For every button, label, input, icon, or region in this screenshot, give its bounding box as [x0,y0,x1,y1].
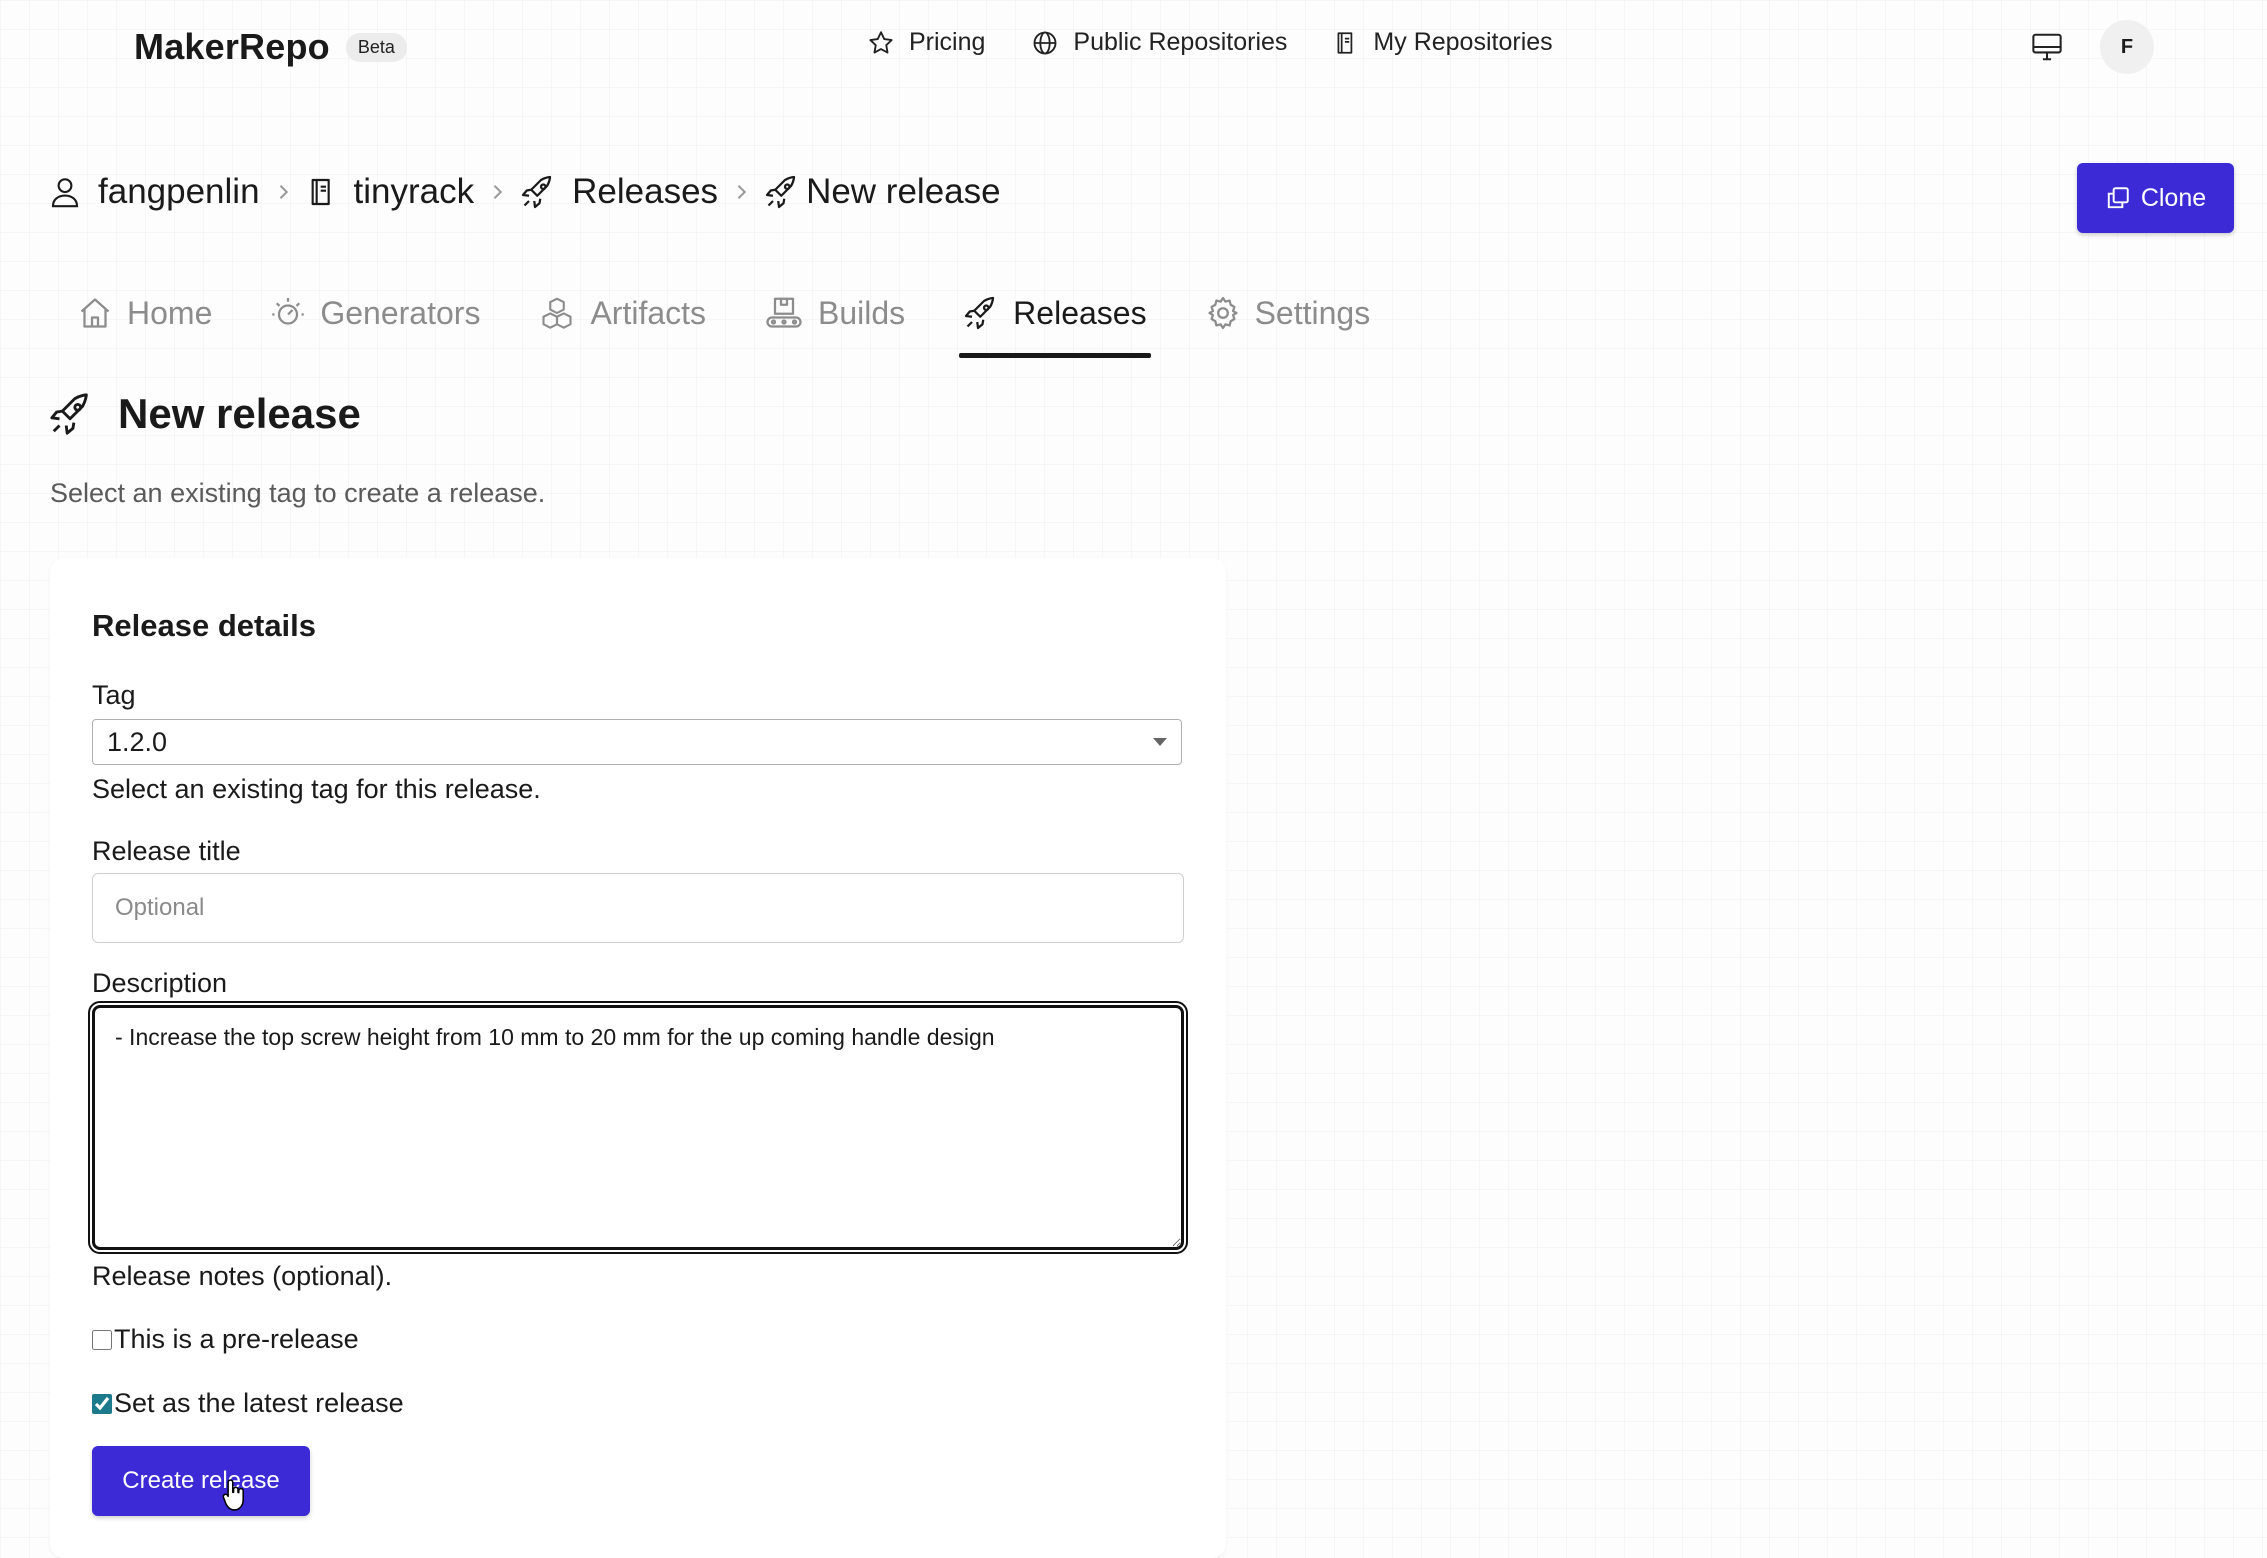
tag-select-value: 1.2.0 [107,726,168,757]
page-title: New release [118,390,361,437]
rocket-icon [520,174,556,210]
card-title: Release details [92,608,317,643]
clone-button[interactable]: Clone [2077,163,2234,233]
tab-releases-label: Releases [1013,294,1147,331]
tag-help: Select an existing tag for this release. [92,774,541,804]
tab-home[interactable]: Home [77,288,212,338]
breadcrumb-repo-label: tinyrack [353,172,475,211]
create-release-button[interactable]: Create release [92,1446,310,1516]
tag-label: Tag [92,680,136,710]
breadcrumb-user-label: fangpenlin [98,172,260,211]
tab-settings[interactable]: Settings [1205,288,1371,338]
brand[interactable]: MakerRepo Beta [134,26,407,68]
tab-generators[interactable]: Generators [270,288,480,338]
monitor-icon[interactable] [2030,32,2064,62]
tab-releases[interactable]: Releases [959,288,1151,358]
page-subtitle: Select an existing tag to create a relea… [50,478,546,508]
tab-artifacts-label: Artifacts [590,294,707,331]
nav-public-repositories-label: Public Repositories [1073,28,1288,56]
breadcrumb-repo[interactable]: tinyrack [306,172,475,212]
chevron-down-icon [1153,738,1167,746]
tab-builds-label: Builds [818,294,906,331]
avatar[interactable]: F [2100,20,2154,74]
tab-builds[interactable]: Builds [764,288,905,338]
breadcrumb: fangpenlin tinyrack Releases New release [48,172,1001,212]
nav-pricing-label: Pricing [909,28,986,56]
chevron-right-icon [490,182,504,202]
top-nav: Pricing Public Repositories My Repositor… [867,28,1553,57]
prerelease-option[interactable]: This is a pre-release [92,1324,359,1355]
breadcrumb-user[interactable]: fangpenlin [48,172,260,212]
latest-release-checkbox[interactable] [92,1393,112,1414]
copy-icon [2105,185,2131,211]
rocket-icon [764,174,800,210]
tab-artifacts[interactable]: Artifacts [538,288,706,338]
prerelease-label: This is a pre-release [114,1324,359,1354]
home-icon [77,295,113,331]
star-icon [867,29,895,57]
generator-icon [270,295,306,331]
breadcrumb-current-label: New release [806,172,1001,211]
nav-public-repositories[interactable]: Public Repositories [1031,28,1287,57]
chevron-right-icon [276,182,290,202]
tab-settings-label: Settings [1254,294,1371,331]
repo-tabs: Home Generators Artifacts Builds Release… [77,288,1371,358]
book-icon [306,174,338,210]
page-heading: New release [48,390,361,438]
user-icon [48,174,82,210]
nav-my-repositories-label: My Repositories [1373,28,1553,56]
description-label: Description [92,968,228,998]
release-form-card: Release details Tag 1.2.0 Select an exis… [50,558,1226,1558]
breadcrumb-current: New release [764,172,1001,212]
rocket-icon [963,295,999,331]
breadcrumb-releases-label: Releases [572,172,719,211]
globe-icon [1031,29,1059,57]
tag-select[interactable]: 1.2.0 [92,719,1182,765]
chevron-right-icon [734,182,748,202]
breadcrumb-releases[interactable]: Releases [520,172,718,212]
prerelease-checkbox[interactable] [92,1329,112,1350]
hand-cursor-icon [222,1478,248,1517]
release-title-label: Release title [92,836,241,866]
release-title-input[interactable] [92,873,1184,943]
top-right-controls: F [2030,20,2154,74]
rocket-icon [48,391,94,437]
beta-badge: Beta [345,32,407,62]
boxes-icon [538,295,576,331]
nav-my-repositories[interactable]: My Repositories [1333,28,1553,57]
latest-release-label: Set as the latest release [114,1388,404,1418]
description-help: Release notes (optional). [92,1261,393,1291]
description-textarea[interactable]: - Increase the top screw height from 10 … [88,1001,1188,1254]
nav-pricing[interactable]: Pricing [867,28,985,57]
tab-generators-label: Generators [320,294,481,331]
clone-button-label: Clone [2140,183,2207,212]
tab-home-label: Home [127,294,213,331]
gear-icon [1205,295,1241,331]
book-icon [1333,29,1359,57]
brand-name[interactable]: MakerRepo [134,26,330,68]
conveyor-icon [764,295,804,331]
top-navbar: MakerRepo Beta Pricing Public Repositori… [0,0,2267,94]
latest-release-option[interactable]: Set as the latest release [92,1388,404,1419]
